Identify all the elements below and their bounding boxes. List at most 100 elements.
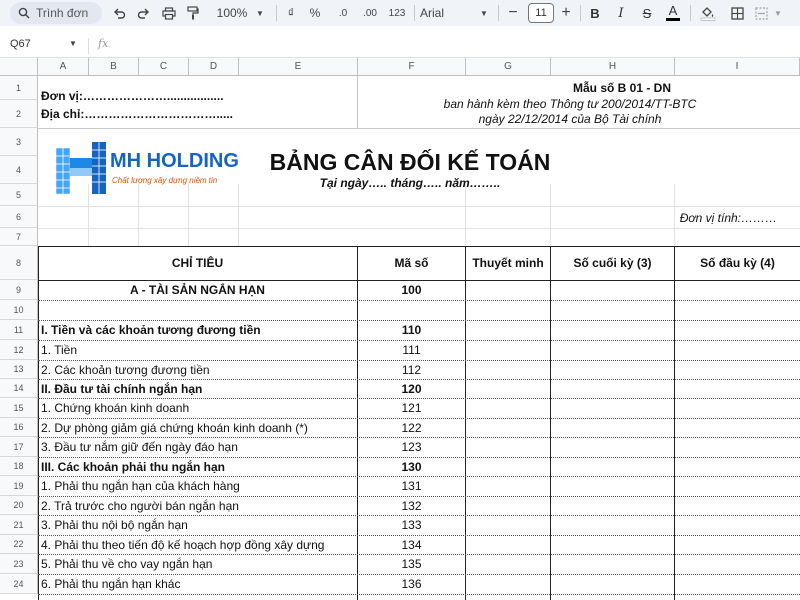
table-row-code: 134 [401, 537, 422, 552]
increase-decimal-button[interactable]: .00 [359, 2, 381, 24]
row-header[interactable]: 23 [0, 554, 38, 574]
name-box[interactable]: Q67 [10, 38, 31, 50]
row-header[interactable]: 6 [0, 206, 38, 228]
select-all-corner[interactable] [0, 58, 38, 76]
menu-search[interactable]: Trình đơn [10, 2, 102, 24]
row-header[interactable]: 4 [0, 156, 38, 184]
report-date: Tại ngày….. tháng….. năm…….. [319, 176, 501, 190]
table-row-code: 123 [401, 440, 422, 454]
table-row-code: 132 [401, 498, 422, 513]
logo-name: MH HOLDING [110, 150, 239, 172]
table-row-label: II. Đầu tư tài chính ngắn hạn [41, 381, 203, 396]
zoom-select[interactable]: 100% [212, 2, 252, 24]
row-header[interactable]: 16 [0, 418, 38, 437]
column-header[interactable]: H [551, 58, 675, 76]
search-icon [18, 7, 30, 19]
column-header[interactable]: E [239, 58, 358, 76]
text-color-bar [666, 17, 680, 21]
row-header[interactable]: 12 [0, 340, 38, 360]
col-header-item: CHỈ TIÊU [171, 256, 224, 270]
row-header[interactable]: 8 [0, 246, 38, 280]
row-header[interactable]: 11 [0, 320, 38, 340]
table-row-label: I. Tiền và các khoản tương đương tiền [41, 323, 261, 337]
table-row-label: 4. Phải thu theo tiến độ kế hoạch hợp đồ… [41, 537, 325, 552]
col-header-note: Thuyết minh [472, 256, 544, 270]
address-label: Địa chỉ:……………………………..... [41, 107, 234, 121]
column-header[interactable]: G [466, 58, 551, 76]
table-row-label: 1. Phải thu ngắn hạn của khách hàng [41, 479, 240, 493]
column-header[interactable]: F [358, 58, 466, 76]
col-header-begin: Số đầu kỳ (4) [700, 256, 775, 270]
issued-by: ban hành kèm theo Thông tư 200/2014/TT-B… [443, 97, 697, 111]
row-header[interactable]: 2 [0, 100, 38, 128]
minus-icon[interactable]: − [505, 2, 521, 24]
table-row-label: III. Các khoản phải thu ngắn hạn [41, 459, 226, 474]
logo-tagline: Chất lượng xây dựng niềm tin [112, 176, 218, 185]
percent-button[interactable]: % [306, 2, 324, 24]
fill-color-icon[interactable] [698, 2, 718, 24]
row-header[interactable]: 10 [0, 300, 38, 320]
row-header[interactable]: 13 [0, 360, 38, 379]
table-row-label: 2. Trả trước cho người bán ngắn hạn [41, 498, 239, 513]
column-header[interactable]: A [38, 58, 89, 76]
table-row-label: 6. Phải thu ngắn hạn khác [41, 577, 181, 591]
row-header[interactable]: 5 [0, 184, 38, 206]
row-header[interactable]: 17 [0, 437, 38, 457]
currency-unit: Đơn vị tính:……… [679, 211, 777, 225]
table-row-label: 2. Các khoản tương đương tiền [41, 362, 210, 377]
italic-button[interactable]: I [612, 2, 630, 24]
table-row-label: 3. Đầu tư nắm giữ đến ngày đáo hạn [41, 440, 238, 454]
col-header-end: Số cuối kỳ (3) [573, 256, 652, 270]
search-placeholder: Trình đơn [36, 6, 89, 20]
redo-icon[interactable] [134, 2, 152, 24]
strikethrough-button[interactable]: S [638, 2, 656, 24]
row-header[interactable]: 7 [0, 228, 38, 246]
table-row-label: 5. Phải thu về cho vay ngắn hạn [41, 557, 213, 571]
currency-button[interactable]: ₫ [283, 2, 299, 24]
column-header[interactable]: C [139, 58, 189, 76]
form-code: Mẫu số B 01 - DN [572, 81, 671, 95]
table-row-label: 1. Tiền [41, 343, 78, 357]
row-header[interactable]: 20 [0, 496, 38, 515]
undo-icon[interactable] [110, 2, 128, 24]
merge-cells-icon[interactable] [752, 2, 770, 24]
decrease-decimal-button[interactable]: .0 [332, 2, 354, 24]
table-row-code: 135 [401, 557, 422, 571]
text-color-button[interactable]: A [664, 1, 682, 23]
column-header[interactable]: I [675, 58, 800, 76]
row-header[interactable]: 18 [0, 457, 38, 476]
plus-icon[interactable]: + [558, 2, 574, 24]
column-header[interactable]: B [89, 58, 139, 76]
spreadsheet-grid[interactable]: A B C D E F G H I 1 2 3 4 5 6 7 8 9 10 1… [0, 58, 800, 600]
table-row-code: 121 [401, 401, 422, 415]
row-header[interactable]: 14 [0, 379, 38, 398]
zoom-value: 100% [216, 6, 248, 20]
font-select[interactable]: Arial [420, 2, 480, 24]
row-header[interactable]: 21 [0, 515, 38, 535]
row-header[interactable]: 15 [0, 398, 38, 418]
row-header[interactable]: 19 [0, 476, 38, 496]
number-format-button[interactable]: 123 [386, 2, 408, 24]
building-logo-icon [55, 142, 106, 195]
bold-button[interactable]: B [586, 2, 604, 24]
paint-format-icon[interactable] [184, 2, 202, 24]
row-header[interactable]: 3 [0, 128, 38, 156]
table-row-code: 112 [401, 362, 422, 377]
column-header[interactable]: D [189, 58, 239, 76]
chevron-down-icon[interactable]: ▼ [69, 39, 77, 48]
row-header[interactable]: 1 [0, 76, 38, 100]
table-row-code: 120 [401, 381, 422, 396]
row-header[interactable]: 24 [0, 574, 38, 594]
chevron-down-icon[interactable]: ▼ [772, 2, 784, 24]
formula-bar: Q67 ▼ fx [0, 34, 800, 58]
chevron-down-icon[interactable]: ▼ [478, 2, 490, 24]
chevron-down-icon[interactable]: ▼ [254, 2, 266, 24]
col-header-code: Mã số [394, 256, 429, 270]
table-row-label: 2. Dự phòng giảm giá chứng khoán kinh do… [41, 420, 308, 435]
borders-icon[interactable] [728, 2, 746, 24]
row-header[interactable]: 9 [0, 280, 38, 300]
print-icon[interactable] [160, 2, 178, 24]
table-row-code: 131 [401, 479, 422, 493]
row-header[interactable]: 22 [0, 535, 38, 554]
font-size-input[interactable]: 11 [528, 3, 554, 23]
